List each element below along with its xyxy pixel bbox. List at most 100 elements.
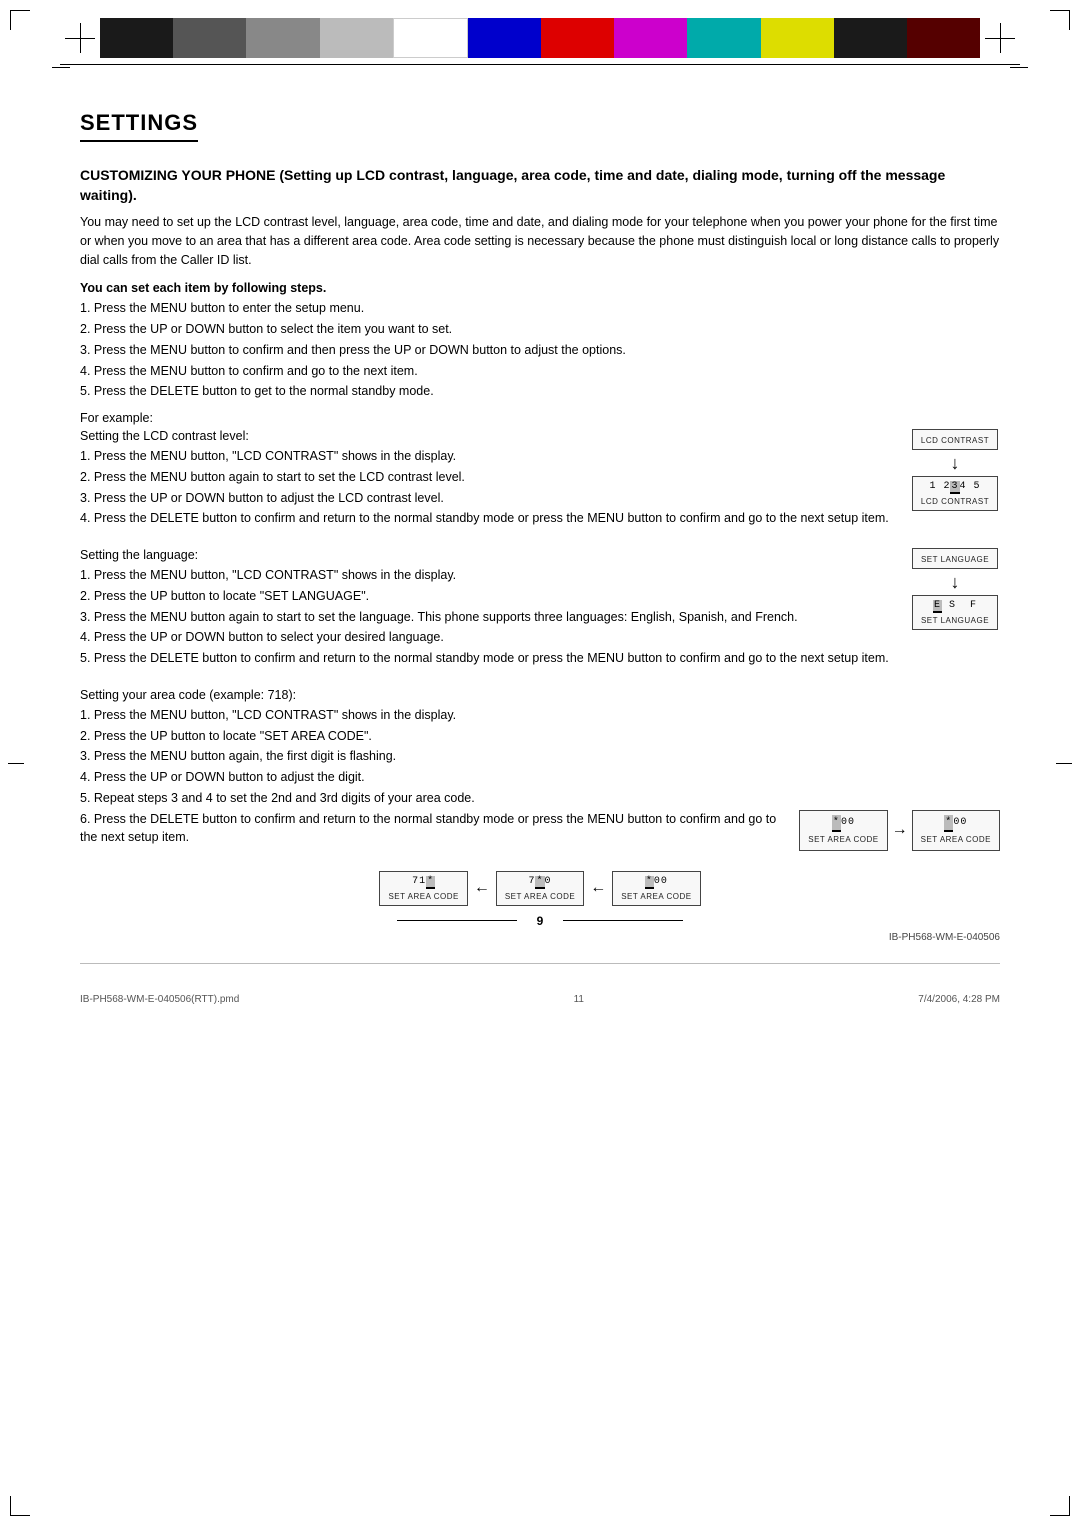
lcd-contrast-value2: 1 234 5 — [921, 481, 989, 495]
ac-lcd-step6-2-label: SET AREA CODE — [921, 834, 991, 846]
area-code-steps: 1. Press the MENU button, "LCD CONTRAST"… — [80, 706, 1000, 851]
area-code-title: Setting your area code (example: 718): — [80, 688, 1000, 702]
main-step-2: 2. Press the UP or DOWN button to select… — [80, 320, 1000, 339]
main-step-4: 4. Press the MENU button to confirm and … — [80, 362, 1000, 381]
crop-mark-tl — [10, 10, 30, 30]
page-number-row: 9 — [80, 914, 1000, 928]
example-label: For example: — [80, 411, 1000, 425]
cursor-71x: * — [426, 876, 435, 889]
footer-model-text: IB-PH568-WM-E-040506 — [889, 932, 1000, 943]
ac-lcd-7x0: 7*0 SET AREA CODE — [496, 871, 584, 906]
language-label2: SET LANGUAGE — [921, 616, 989, 625]
cb-black2 — [834, 18, 907, 58]
lcd-contrast-label1: LCD CONTRAST — [921, 436, 989, 445]
cb-dark2 — [907, 18, 980, 58]
main-steps-list: 1. Press the MENU button to enter the se… — [80, 299, 1000, 401]
lcd-contrast-steps: 1. Press the MENU button, "LCD CONTRAST"… — [80, 447, 890, 528]
cursor-ac1: * — [832, 815, 841, 832]
ac-lcd-step6-2: *00 SET AREA CODE — [912, 810, 1000, 851]
footer-center: 11 — [574, 994, 584, 1005]
footer-right: 7/4/2006, 4:28 PM — [918, 994, 1000, 1005]
arrow-down-2: ↓ — [951, 573, 960, 591]
ac-lcd-x00-val: *00 — [621, 876, 691, 890]
cb-cyan — [687, 18, 760, 58]
main-heading: CUSTOMIZING YOUR PHONE (Setting up LCD c… — [80, 166, 1000, 205]
ac-lcd-71x-val: 71* — [388, 876, 458, 890]
cb-dgray — [173, 18, 246, 58]
page-rule-left — [397, 920, 517, 921]
language-value2: E S F — [921, 600, 989, 614]
main-step-3: 3. Press the MENU button to confirm and … — [80, 341, 1000, 360]
language-display-col: SET LANGUAGE ↓ E S F SET LANGUAGE — [910, 548, 1000, 630]
ac-lcd-x00-label: SET AREA CODE — [621, 892, 691, 901]
ac-step6-diagrams: *00 SET AREA CODE → *00 SET AREA CODE — [799, 810, 1000, 851]
cb-black — [100, 18, 173, 58]
lang-step-4: 4. Press the UP or DOWN button to select… — [80, 628, 890, 647]
footer-divider — [80, 963, 1000, 964]
lcd-step-2: 2. Press the MENU button again to start … — [80, 468, 890, 487]
color-bar-container — [0, 0, 1080, 58]
ac-lcd-x00: *00 SET AREA CODE — [612, 871, 700, 906]
lang-step-1: 1. Press the MENU button, "LCD CONTRAST"… — [80, 566, 890, 585]
cb-blue — [468, 18, 541, 58]
ac-lcd-step6-1-val: *00 — [808, 815, 878, 832]
arrow-down-1: ↓ — [951, 454, 960, 472]
footer-model-number: IB-PH568-WM-E-040506 — [80, 932, 1000, 943]
ac-lcd-step6-2-val: *00 — [921, 815, 991, 832]
top-rule — [60, 64, 1020, 65]
ac-step-6-text: 6. Press the DELETE button to confirm an… — [80, 810, 789, 848]
language-box2: E S F SET LANGUAGE — [912, 595, 998, 630]
ac-lcd-7x0-val: 7*0 — [505, 876, 575, 890]
ac-step-4: 4. Press the UP or DOWN button to adjust… — [80, 768, 1000, 787]
ac-lcd-71x-label: SET AREA CODE — [388, 892, 458, 901]
cursor-ac2: * — [944, 815, 953, 832]
area-code-diagram-row: 71* SET AREA CODE ← 7*0 SET AREA CODE ← … — [80, 871, 1000, 906]
lcd-step-3: 3. Press the UP or DOWN button to adjust… — [80, 489, 890, 508]
cursor-x00: * — [645, 876, 654, 889]
crop-mark-tr — [1050, 10, 1070, 30]
cursor-1: 3 — [950, 481, 959, 494]
lcd-step-4: 4. Press the DELETE button to confirm an… — [80, 509, 890, 528]
cb-white — [393, 18, 468, 58]
cb-red — [541, 18, 614, 58]
page-title: SETTINGS — [80, 110, 198, 142]
color-bar — [100, 18, 980, 58]
lcd-contrast-title: Setting the LCD contrast level: — [80, 429, 890, 443]
lang-step-2: 2. Press the UP button to locate "SET LA… — [80, 587, 890, 606]
crop-mark-bl — [10, 1496, 30, 1516]
language-text: Setting the language: 1. Press the MENU … — [80, 548, 890, 678]
language-box1: SET LANGUAGE — [912, 548, 998, 569]
main-step-1: 1. Press the MENU button to enter the se… — [80, 299, 1000, 318]
cursor-7x0: * — [535, 876, 544, 889]
ac-step-3: 3. Press the MENU button again, the firs… — [80, 747, 1000, 766]
arrow-right-1: → — [892, 818, 908, 842]
lcd-contrast-display-col: LCD CONTRAST ↓ 1 234 5 LCD CONTRAST — [910, 429, 1000, 511]
main-content: SETTINGS CUSTOMIZING YOUR PHONE (Setting… — [0, 68, 1080, 1045]
page-number: 9 — [537, 914, 544, 928]
footer-left: IB-PH568-WM-E-040506(RTT).pmd — [80, 994, 239, 1005]
lcd-step-1: 1. Press the MENU button, "LCD CONTRAST"… — [80, 447, 890, 466]
ac-lcd-7x0-label: SET AREA CODE — [505, 892, 575, 901]
language-section: Setting the language: 1. Press the MENU … — [80, 548, 1000, 678]
ac-lcd-71x: 71* SET AREA CODE — [379, 871, 467, 906]
lang-step-5: 5. Press the DELETE button to confirm an… — [80, 649, 890, 668]
lang-step-3: 3. Press the MENU button again to start … — [80, 608, 890, 627]
page-rule-right — [563, 920, 683, 921]
ac-step-6-row: 6. Press the DELETE button to confirm an… — [80, 810, 1000, 851]
settings-section: SETTINGS — [80, 102, 1000, 156]
lcd-contrast-text: Setting the LCD contrast level: 1. Press… — [80, 429, 890, 538]
ac-lcd-step6-1-label: SET AREA CODE — [808, 834, 878, 846]
intro-paragraph: You may need to set up the LCD contrast … — [80, 213, 1000, 269]
language-steps: 1. Press the MENU button, "LCD CONTRAST"… — [80, 566, 890, 668]
main-step-5: 5. Press the DELETE button to get to the… — [80, 382, 1000, 401]
area-code-text: 1. Press the MENU button, "LCD CONTRAST"… — [80, 706, 1000, 861]
page: SETTINGS CUSTOMIZING YOUR PHONE (Setting… — [0, 0, 1080, 1526]
ac-step-1: 1. Press the MENU button, "LCD CONTRAST"… — [80, 706, 1000, 725]
cb-lgray — [320, 18, 393, 58]
cb-mgray — [246, 18, 319, 58]
cursor-lang: E — [933, 600, 942, 613]
footer-bar: IB-PH568-WM-E-040506(RTT).pmd 11 7/4/200… — [80, 994, 1000, 1005]
lcd-contrast-box1: LCD CONTRAST — [912, 429, 998, 450]
arrow-left-1: ← — [474, 879, 490, 897]
cb-magenta — [614, 18, 687, 58]
